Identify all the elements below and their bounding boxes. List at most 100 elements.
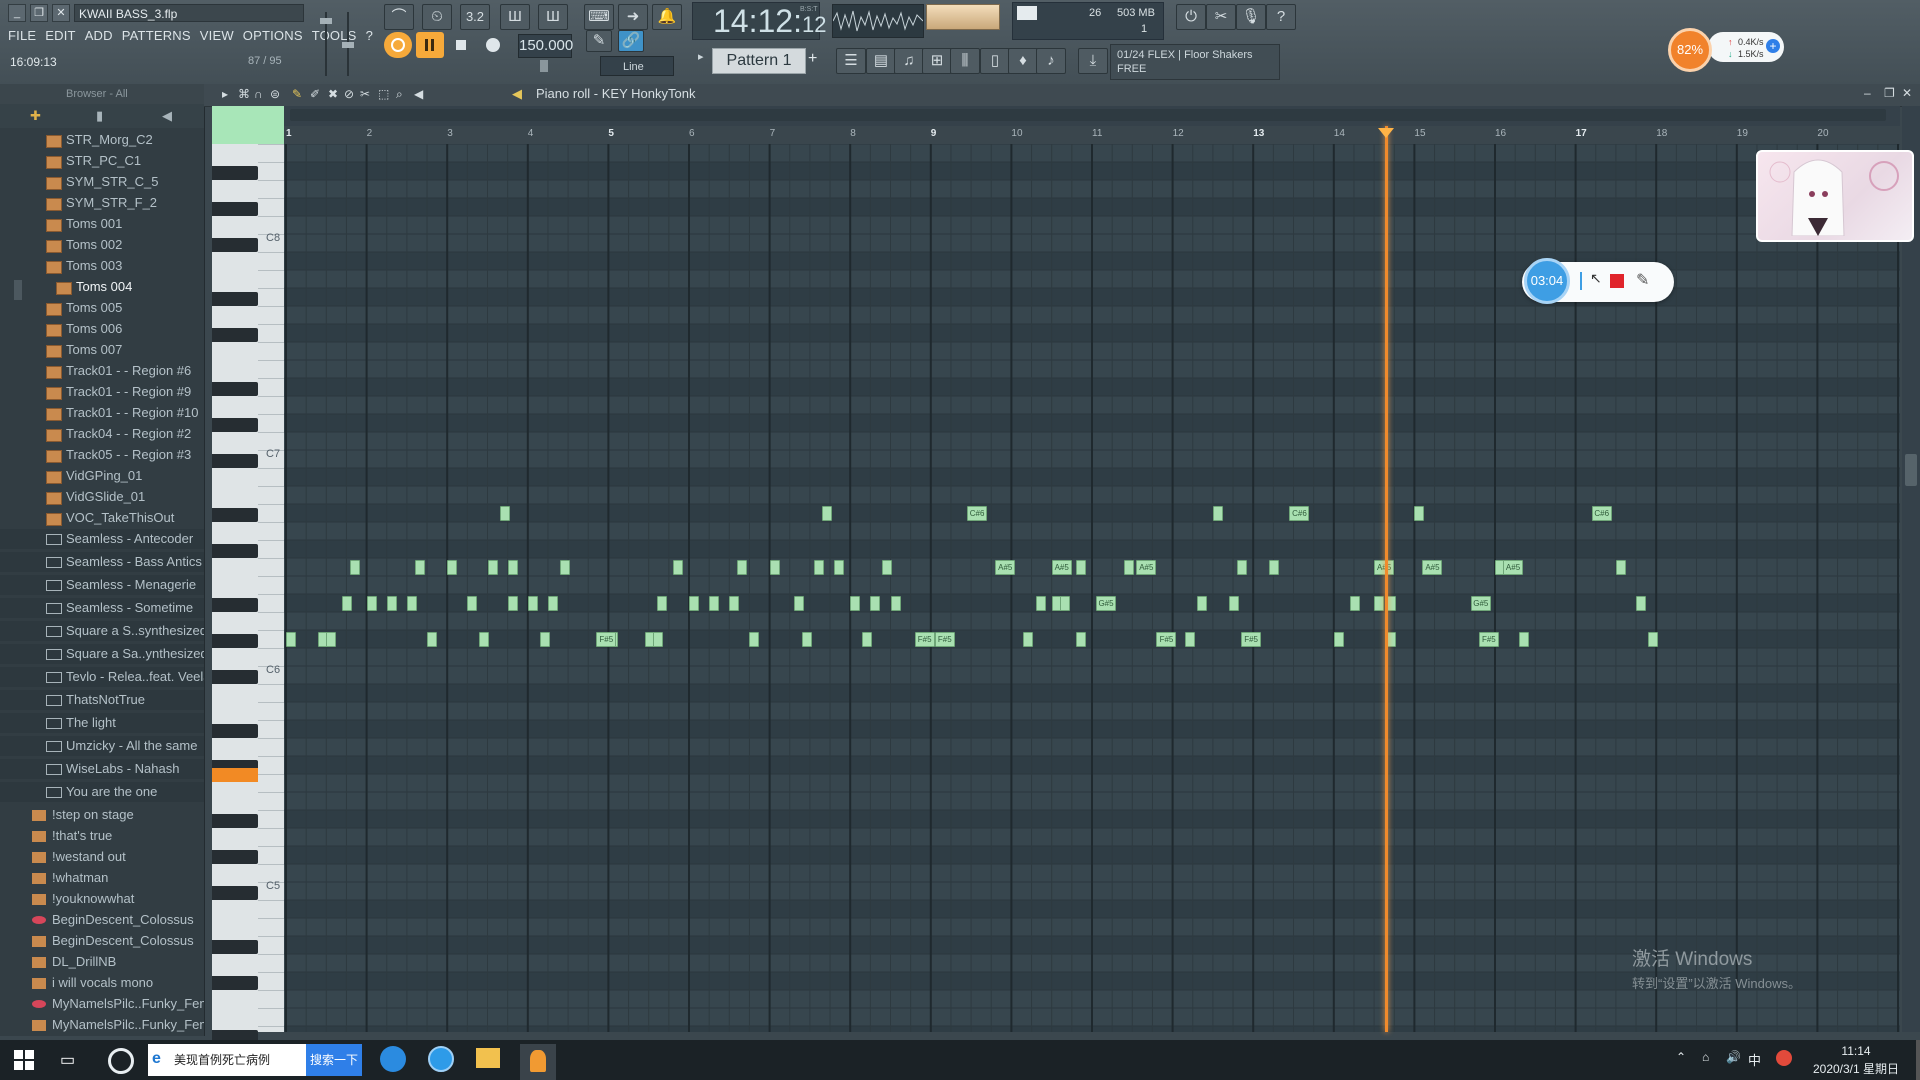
pattern-prev-icon[interactable]: ▸ — [698, 50, 710, 70]
note[interactable] — [1615, 560, 1626, 575]
browser-item[interactable]: BeginDescent_Colossus — [0, 910, 204, 930]
playhead[interactable] — [1385, 126, 1389, 1032]
snap-icon[interactable]: ∩ — [254, 87, 263, 101]
black-key[interactable] — [212, 454, 258, 468]
note[interactable] — [834, 560, 845, 575]
timeline[interactable]: 1 2 3 4 5 6 7 8 9 10 11 12 13 14 15 16 17 18 19 20 — [284, 126, 1900, 145]
microphone-icon[interactable]: 🎙 — [1236, 4, 1266, 30]
browser-scrollbar[interactable] — [14, 280, 22, 300]
note[interactable] — [1333, 632, 1344, 647]
piano-roll-icon[interactable]: ♫ — [894, 48, 924, 74]
plugin-icon[interactable]: ▯ — [980, 48, 1010, 74]
browser-item[interactable]: i will vocals mono — [0, 973, 204, 993]
browser-item[interactable]: Square a Sa..ynthesized) — [0, 644, 204, 664]
black-key[interactable] — [212, 940, 258, 954]
stop-button[interactable] — [448, 32, 474, 58]
menu-patterns[interactable]: PATTERNS — [122, 28, 191, 46]
file-explorer-icon[interactable] — [476, 1048, 500, 1068]
note[interactable] — [1184, 632, 1195, 647]
black-key[interactable] — [212, 202, 258, 216]
browser-item[interactable]: DL_DrillNB — [0, 952, 204, 972]
note[interactable]: A#5 — [1051, 560, 1072, 575]
vertical-scrollbar[interactable] — [1902, 106, 1920, 1032]
note[interactable] — [689, 596, 699, 611]
note[interactable] — [467, 596, 478, 611]
note[interactable] — [414, 560, 425, 575]
browser-item[interactable]: WiseLabs - Nahash — [0, 759, 204, 779]
browser-item[interactable]: Square a S..synthesized) — [0, 621, 204, 641]
note[interactable] — [652, 632, 663, 647]
black-key[interactable] — [212, 328, 258, 342]
black-key[interactable] — [212, 814, 258, 828]
browser-item[interactable]: Toms 001 — [0, 214, 204, 234]
note[interactable] — [1075, 632, 1086, 647]
mixer-icon[interactable]: ⫼ — [950, 48, 980, 74]
piano-roll-title[interactable]: Piano roll - KEY HonkyTonk — [536, 86, 695, 101]
restore-button[interactable]: ❐ — [30, 4, 48, 22]
note[interactable]: F#5 — [1478, 632, 1499, 647]
step-edit-icon[interactable]: Ш — [500, 4, 530, 30]
note[interactable] — [350, 560, 361, 575]
antivirus-icon[interactable] — [1776, 1050, 1792, 1066]
note[interactable] — [507, 560, 518, 575]
browser-item[interactable]: The light — [0, 713, 204, 733]
stop-recording-button[interactable] — [1610, 274, 1624, 288]
link-icon[interactable]: 🔗 — [618, 30, 644, 52]
note[interactable] — [406, 596, 417, 611]
note[interactable] — [560, 560, 571, 575]
browser-item[interactable]: Toms 002 — [0, 235, 204, 255]
note[interactable]: C#6 — [1289, 506, 1310, 521]
note[interactable] — [672, 560, 683, 575]
browser-item[interactable]: Track04 - - Region #2 — [0, 424, 204, 444]
note[interactable] — [1196, 596, 1207, 611]
add-icon[interactable]: + — [1766, 39, 1780, 53]
note[interactable]: F#5 — [1241, 632, 1262, 647]
select-icon[interactable]: ⬚ — [378, 87, 389, 101]
browser-item[interactable]: Track01 - - Region #10 — [0, 403, 204, 423]
browser-item[interactable]: Toms 007 — [0, 340, 204, 360]
note[interactable]: G#5 — [1096, 596, 1117, 611]
note[interactable] — [1124, 560, 1135, 575]
piano-roll-menu-icon[interactable]: ▸ — [222, 87, 228, 101]
black-key[interactable] — [212, 670, 258, 684]
browser-item[interactable]: VOC_TakeThisOut — [0, 508, 204, 528]
note[interactable] — [769, 560, 780, 575]
browser-item[interactable]: Toms 006 — [0, 319, 204, 339]
playback-icon[interactable]: ◀ — [414, 87, 423, 101]
note[interactable]: F#5 — [596, 632, 617, 647]
black-key[interactable] — [212, 418, 258, 432]
note[interactable] — [729, 596, 740, 611]
browser-item[interactable]: !youknowwhat — [0, 889, 204, 909]
note[interactable] — [793, 596, 804, 611]
mute-icon[interactable]: ⊘ — [344, 87, 354, 101]
draw-icon[interactable]: ✎ — [292, 87, 302, 101]
note[interactable] — [507, 596, 518, 611]
note[interactable] — [1414, 506, 1425, 521]
note[interactable] — [386, 596, 397, 611]
note[interactable] — [1212, 506, 1223, 521]
note[interactable]: F#5 — [914, 632, 935, 647]
black-key[interactable] — [212, 292, 258, 306]
note[interactable] — [527, 596, 538, 611]
browser-item[interactable]: !step on stage — [0, 805, 204, 825]
browser-item[interactable]: Seamless - Bass Antics — [0, 552, 204, 572]
browser-item[interactable]: MyNamelsPilc..Funky_Female — [0, 1015, 204, 1035]
arrow-right-icon[interactable]: ➜ — [618, 4, 648, 30]
note[interactable]: A#5 — [995, 560, 1016, 575]
menu-file[interactable]: FILE — [8, 28, 36, 46]
note[interactable] — [1035, 596, 1046, 611]
ime-indicator[interactable]: 中 — [1748, 1050, 1761, 1069]
browser-item[interactable]: STR_PC_C1 — [0, 151, 204, 171]
task-view-icon[interactable]: ▭ — [60, 1050, 82, 1070]
pen-icon[interactable]: ✎ — [1636, 270, 1649, 290]
bell-icon[interactable]: 🔔 — [652, 4, 682, 30]
note[interactable]: F#5 — [1156, 632, 1177, 647]
paint-icon[interactable]: ✐ — [310, 87, 320, 101]
browser-item[interactable]: STR_Morg_C2 — [0, 130, 204, 150]
browser-item[interactable]: SYM_STR_C_5 — [0, 172, 204, 192]
browser-item[interactable]: VidGSlide_01 — [0, 487, 204, 507]
panel-close-icon[interactable]: ✕ — [1902, 86, 1912, 100]
note[interactable] — [813, 560, 824, 575]
browser-item[interactable]: Seamless - Sometime — [0, 598, 204, 618]
note[interactable] — [366, 596, 377, 611]
